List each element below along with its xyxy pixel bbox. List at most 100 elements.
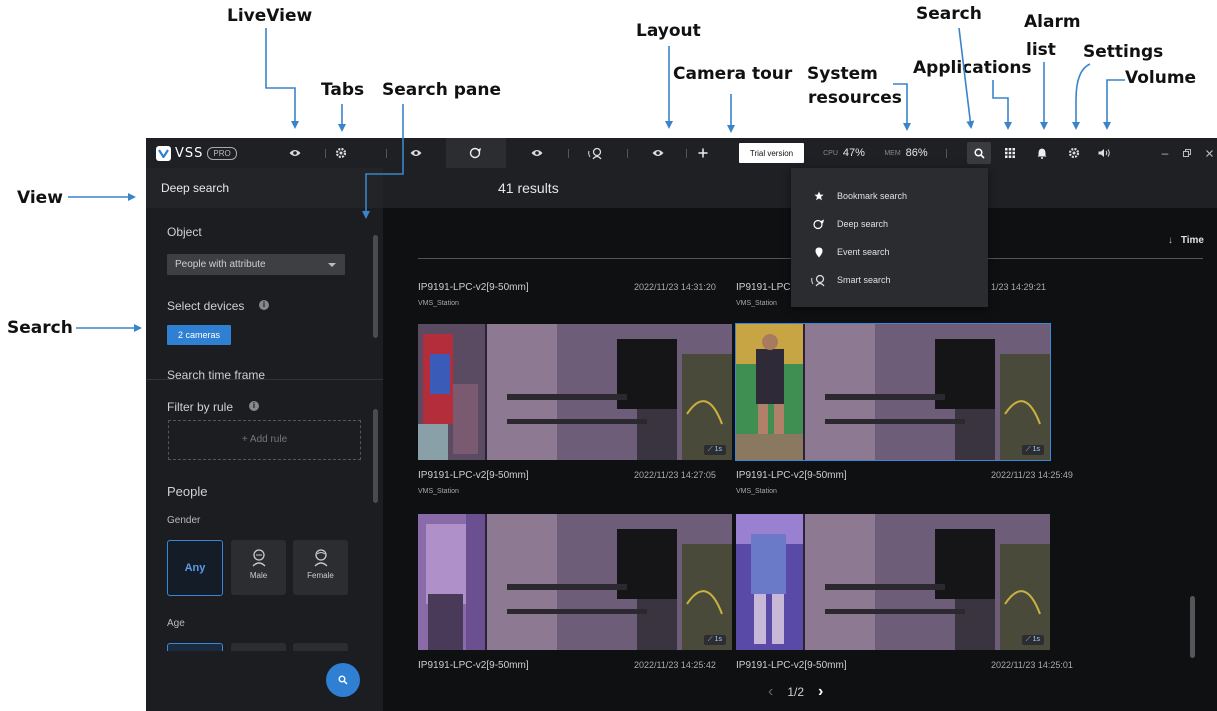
toolbar-divider [325,149,326,158]
age-option-button[interactable] [231,643,286,651]
result-thumbnail-selected[interactable]: ⟋ 1s [735,323,1051,461]
results-scrollbar[interactable] [1190,596,1195,658]
tab-deep-search[interactable] [446,138,506,168]
smart-search-icon [811,274,827,287]
menu-item-label: Smart search [837,275,891,285]
gender-any-button[interactable]: Any [167,540,223,596]
age-label: Age [167,618,185,629]
gender-female-button[interactable]: Female [293,540,348,595]
card-station: VMS_Station [418,300,459,307]
prev-page-chevron-icon[interactable]: ‹ [768,683,773,701]
duration-value: 1s [714,636,722,643]
search-button[interactable] [967,142,991,164]
card-title[interactable]: IP9191-LPC [736,282,790,293]
object-select[interactable]: People with attribute [167,254,345,275]
result-thumbnail[interactable] [418,324,732,460]
scene-image [805,514,1050,650]
close-icon[interactable] [1202,138,1216,168]
menu-item-label: Bookmark search [837,191,908,201]
object-select-value: People with attribute [175,259,266,270]
logo-mark [156,145,171,161]
annotation-label: Alarm [1024,12,1081,32]
star-icon [811,191,827,201]
card-title[interactable]: IP9191-LPC-v2[9-50mm] [418,660,529,671]
result-thumbnail[interactable]: ⟋ 1s [418,514,732,650]
card-title[interactable]: IP9191-LPC-v2[9-50mm] [736,470,847,481]
tab-eye-icon[interactable] [529,138,545,168]
search-menu: Bookmark search Deep search Event search… [791,168,988,307]
card-title[interactable]: IP9191-LPC-v2[9-50mm] [418,282,529,293]
applications-grid-icon[interactable] [1002,138,1018,168]
annotation-label: View [17,188,63,208]
select-cameras-button[interactable]: 2 cameras [167,325,231,345]
restore-icon[interactable] [1180,138,1194,168]
menu-deep-search[interactable]: Deep search [791,210,988,238]
add-rule-button[interactable]: + Add rule [168,420,361,460]
annotation-label: Tabs [321,80,365,100]
annotation-label: LiveView [227,6,313,26]
trial-version-button[interactable]: Trial version [739,143,804,163]
info-icon[interactable]: i [249,401,259,411]
annotation-label: Layout [636,21,701,41]
tabs-gear-icon[interactable] [333,138,349,168]
liveview-eye-icon[interactable] [287,138,303,168]
gender-female-label: Female [307,571,334,580]
person-crop-image [736,324,803,460]
male-icon [252,549,265,567]
scene-image [805,324,1050,460]
info-icon[interactable]: i [259,300,269,310]
female-icon [314,549,327,567]
card-time: 2022/11/23 14:25:42 [634,660,716,670]
card-station: VMS_Station [736,300,777,307]
card-time: 1/23 14:29:21 [991,282,1047,292]
tab-eye-icon[interactable] [408,138,424,168]
pane-title: Deep search [146,168,383,208]
gender-male-button[interactable]: Male [231,540,286,595]
menu-smart-search[interactable]: Smart search [791,266,988,294]
minimize-icon[interactable]: – [1158,138,1172,168]
menu-bookmark-search[interactable]: Bookmark search [791,182,988,210]
sort-by-time[interactable]: ↓ Time [1168,235,1204,246]
toolbar-divider [946,149,947,158]
tab-smart-search-icon[interactable] [587,138,605,168]
layout-eye-icon[interactable] [650,138,666,168]
toolbar-divider [386,149,387,158]
toolbar-divider [568,149,569,158]
alarm-bell-icon[interactable] [1034,138,1050,168]
toolbar-divider [627,149,628,158]
mem-value: 86% [905,147,928,159]
card-station: VMS_Station [418,488,459,495]
pin-icon [811,247,827,258]
pane-scrollbar[interactable] [373,235,378,338]
next-page-chevron-icon[interactable]: › [818,683,823,701]
result-thumbnail[interactable]: ⟋ 1s [736,514,1050,650]
page-indicator: 1/2 [787,685,805,699]
annotation-label: Applications [913,58,1032,78]
pagination: ‹ 1/2 › [768,683,823,701]
logo-pro-badge: PRO [207,146,237,160]
volume-speaker-icon[interactable] [1096,138,1112,168]
search-pane: Deep search Object People with attribute… [146,168,383,711]
annotation-label: Volume [1125,68,1197,88]
camera-tour-plus-icon[interactable] [696,138,710,168]
age-option-button[interactable] [293,643,348,651]
filter-scrollbar[interactable] [373,409,378,503]
results-count: 41 results [498,180,559,196]
annotation-label: Settings [1083,42,1164,62]
annotation-label: Search [916,4,982,24]
card-title[interactable]: IP9191-LPC-v2[9-50mm] [418,470,529,481]
scene-image [487,514,732,650]
menu-event-search[interactable]: Event search [791,238,988,266]
pane-divider [146,379,383,380]
run-search-button[interactable] [326,663,360,697]
settings-gear-icon[interactable] [1066,138,1082,168]
search-icon [973,147,985,159]
menu-item-label: Deep search [837,219,889,229]
card-title[interactable]: IP9191-LPC-v2[9-50mm] [736,660,847,671]
person-crop-image [418,324,485,460]
duration-badge: ⟋ 1s [1021,635,1044,645]
age-option-button[interactable] [167,643,223,651]
annotation-label: Camera tour [673,64,793,84]
people-label: People [167,484,208,499]
toolbar-divider [686,149,687,158]
